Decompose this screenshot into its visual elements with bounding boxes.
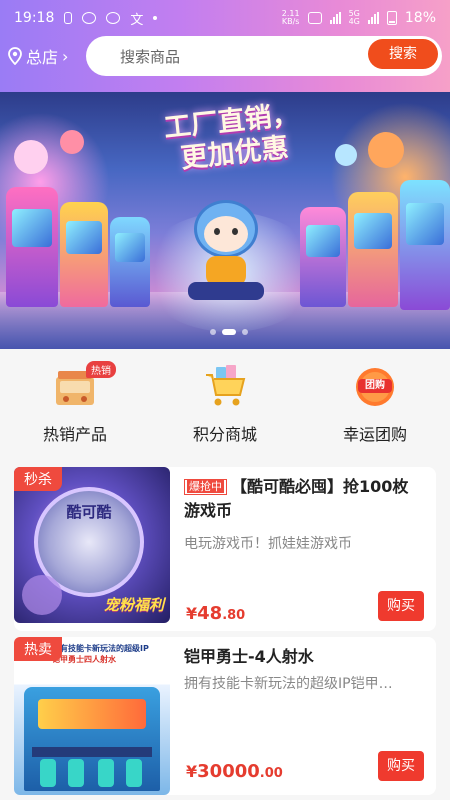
store-selector[interactable]: 总店 › [8,44,68,68]
header-bar: 19:18 文 2.11 KB/s 5G 4G 18% 总店 › 搜索商品 搜索 [0,0,450,92]
quick-entry-label: 积分商城 [192,425,257,444]
chevron-right-icon: › [62,46,69,66]
hot-sale-tag: 热卖 [14,637,62,661]
product-desc: 电玩游戏币！抓娃娃游戏币 [184,536,352,552]
location-pin-icon [8,47,22,65]
search-button[interactable]: 搜索 [368,39,438,69]
signal-icon [329,12,341,24]
group-buy-icon-text: 团购 [365,380,385,391]
quick-entry-label: 热销产品 [42,425,107,444]
product-image[interactable]: 拥有技能卡新玩法的超级IP 铠甲勇士四人射水 热卖 [14,637,170,795]
product-title: 铠甲勇士-4人射水 [184,647,314,666]
thumb-caption: 拥有技能卡新玩法的超级IP 铠甲勇士四人射水 [52,644,149,664]
store-label: 总店 [26,48,59,67]
carousel-dot[interactable] [242,329,248,335]
signal-icon-2 [367,12,379,24]
product-card[interactable]: 拥有技能卡新玩法的超级IP 铠甲勇士四人射水 热卖 铠甲勇士-4人射水 拥有技能… [14,637,436,795]
hot-badge: 热销 [86,361,116,378]
flash-sale-tag: 秒杀 [14,467,62,491]
promo-banner[interactable]: 工厂直销， 更加优惠 [0,92,450,349]
nfc-icon [307,12,322,24]
arcade-cabinet-image [300,207,346,307]
network-speed: 2.11 KB/s [281,9,300,26]
quick-entry-group-buy[interactable]: 团购 幸运团购 [300,349,450,455]
weibo-icon [106,12,121,24]
mascot-image [188,200,264,300]
points-mall-cart-icon [202,363,248,409]
carousel-dot[interactable] [210,329,216,335]
battery-level: 18% [404,10,436,26]
product-card[interactable]: 酷可酷 宠粉福利 秒杀 爆抢中 【酷可酷必囤】抢100枚游戏币 电玩游戏币！抓娃娃… [14,467,436,631]
quick-entry-points-mall[interactable]: 积分商城 [150,349,300,455]
carousel-indicator[interactable] [210,329,248,335]
quick-entry-label: 幸运团购 [342,425,407,444]
more-dot-icon [153,16,158,20]
thumb-caption: 宠粉福利 [103,596,164,614]
translate-icon: 文 [130,12,144,28]
wechat-icon [82,12,97,24]
banner-headline: 工厂直销， 更加优惠 [162,99,301,175]
arcade-cabinet-image [110,217,150,307]
character-toy-image [60,130,84,154]
product-list: 酷可酷 宠粉福利 秒杀 爆抢中 【酷可酷必囤】抢100枚游戏币 电玩游戏币！抓娃娃… [0,455,450,800]
product-price: ¥30000.00 [186,761,283,782]
network-type: 5G 4G [348,9,360,26]
notification-icon [64,12,73,24]
battery-icon [386,11,397,25]
product-title: 爆抢中 【酷可酷必囤】抢100枚游戏币 [184,477,409,520]
arcade-cabinet-image [400,180,450,310]
carousel-dot-active[interactable] [222,329,236,335]
status-bar: 19:18 文 2.11 KB/s 5G 4G 18% [0,0,450,36]
search-box[interactable]: 搜索商品 搜索 [86,36,442,76]
character-toy-image [368,132,404,168]
status-time: 19:18 [14,10,55,26]
arcade-cabinet-image [60,202,108,307]
character-toy-image [14,140,48,174]
flash-label: 爆抢中 [184,479,227,495]
product-desc: 拥有技能卡新玩法的超级IP铠甲… [184,676,393,692]
quick-entry-hot-products[interactable]: 热销 热销产品 [0,349,150,455]
product-price: ¥48.80 [186,603,246,624]
search-input[interactable]: 搜索商品 [120,46,180,67]
buy-button[interactable]: 购买 [378,751,424,781]
arcade-cabinet-image [6,187,58,307]
product-image[interactable]: 酷可酷 宠粉福利 秒杀 [14,467,170,623]
buy-button[interactable]: 购买 [378,591,424,621]
quick-entries: 热销 热销产品 积分商城 团购 幸运团购 [0,349,450,455]
arcade-cabinet-image [348,192,398,307]
coin-text: 酷可酷 [66,503,112,521]
character-toy-image [335,144,357,166]
group-buy-icon: 团购 [352,363,398,409]
